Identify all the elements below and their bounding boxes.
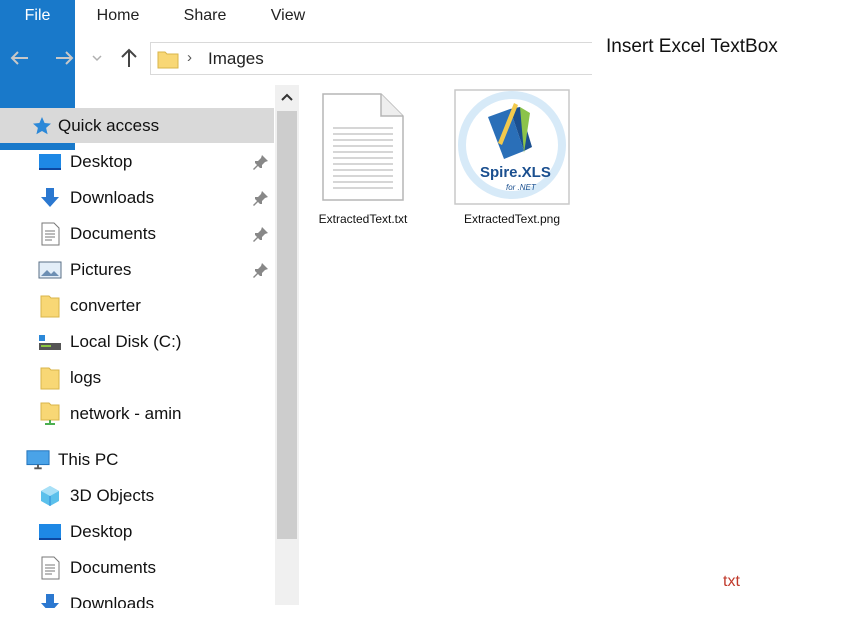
- recent-locations-button[interactable]: [88, 46, 106, 70]
- chevron-down-icon: [92, 55, 102, 62]
- sidebar-item-network-amin[interactable]: network - amin: [0, 396, 274, 431]
- sidebar-item-label: Desktop: [70, 521, 133, 541]
- file-name: ExtractedText.txt: [318, 212, 408, 226]
- sidebar-item-label: This PC: [58, 449, 119, 469]
- sidebar-item-desktop-pc[interactable]: Desktop: [0, 514, 274, 549]
- sidebar-item-label: converter: [70, 295, 141, 315]
- sidebar-item-local-disk[interactable]: Local Disk (C:): [0, 324, 274, 359]
- pictures-icon: [38, 258, 62, 282]
- file-item-png[interactable]: Spire.XLS for .NET ExtractedText.png: [452, 87, 572, 237]
- folder-icon: [157, 49, 179, 74]
- text-file-icon: [303, 87, 423, 207]
- sidebar-item-label: Documents: [70, 557, 156, 577]
- logo-subtext: for .NET: [506, 183, 537, 192]
- file-explorer-window: File Home Share View › Images Quick acce…: [0, 0, 592, 635]
- pin-icon[interactable]: [252, 189, 270, 207]
- desktop-icon: [38, 150, 62, 174]
- documents-icon: [38, 556, 62, 580]
- file-item-txt[interactable]: ExtractedText.txt: [303, 87, 423, 237]
- tab-share[interactable]: Share: [170, 0, 240, 31]
- address-bar[interactable]: › Images: [150, 42, 592, 75]
- folder-icon: [38, 366, 62, 390]
- network-folder-icon: [38, 402, 62, 426]
- sidebar-item-pictures[interactable]: Pictures: [0, 252, 274, 287]
- pin-icon[interactable]: [252, 225, 270, 243]
- star-icon: [30, 114, 54, 138]
- file-list: ExtractedText.txt Spire.XLS for .NET Ext…: [300, 85, 592, 605]
- 3d-objects-icon: [38, 484, 62, 508]
- folder-icon: [38, 294, 62, 318]
- pin-icon[interactable]: [252, 153, 270, 171]
- navigation-pane-scrollbar[interactable]: [275, 85, 299, 605]
- navigation-pane: Quick access Desktop Downloads Documents: [0, 108, 274, 608]
- breadcrumb-separator: ›: [187, 49, 192, 66]
- downloads-icon: [38, 592, 62, 608]
- annotation-label: txt: [723, 573, 740, 590]
- arrow-left-icon: [10, 51, 28, 65]
- downloads-icon: [38, 186, 62, 210]
- documents-icon: [38, 222, 62, 246]
- file-name: ExtractedText.png: [463, 212, 561, 226]
- sidebar-item-3d-objects[interactable]: 3D Objects: [0, 478, 274, 513]
- sidebar-item-quick-access[interactable]: Quick access: [0, 108, 274, 143]
- computer-icon: [26, 448, 50, 472]
- sidebar-item-label: Documents: [70, 223, 156, 243]
- forward-button[interactable]: [52, 46, 76, 70]
- desktop-icon: [38, 520, 62, 544]
- sidebar-item-label: network - amin: [70, 403, 182, 423]
- navigation-bar: › Images: [0, 38, 592, 78]
- sidebar-item-logs[interactable]: logs: [0, 360, 274, 395]
- sidebar-item-desktop[interactable]: Desktop: [0, 144, 274, 179]
- ribbon-tabs: File Home Share View: [0, 0, 592, 150]
- sidebar-item-label: 3D Objects: [70, 485, 155, 505]
- sidebar-item-label: Pictures: [70, 259, 132, 279]
- sidebar-item-label: Local Disk (C:): [70, 331, 182, 351]
- logo-text: Spire.XLS: [480, 164, 551, 181]
- tab-view[interactable]: View: [256, 0, 320, 31]
- back-button[interactable]: [8, 46, 32, 70]
- sidebar-item-this-pc[interactable]: This PC: [0, 442, 274, 477]
- sidebar-item-label: Quick access: [58, 115, 160, 135]
- arrow-right-icon: [56, 51, 74, 65]
- breadcrumb-images[interactable]: Images: [208, 49, 264, 69]
- scroll-up-button[interactable]: [275, 85, 299, 109]
- sidebar-item-documents-pc[interactable]: Documents: [0, 550, 274, 585]
- tab-home[interactable]: Home: [82, 0, 154, 31]
- spire-xls-logo-icon: Spire.XLS for .NET: [452, 87, 572, 207]
- sidebar-item-label: Downloads: [70, 187, 155, 207]
- sidebar-item-label: logs: [70, 367, 102, 387]
- pin-icon[interactable]: [252, 261, 270, 279]
- sidebar-item-documents[interactable]: Documents: [0, 216, 274, 251]
- scrollbar-thumb[interactable]: [277, 111, 297, 539]
- local-disk-icon: [38, 330, 62, 354]
- sidebar-item-label: Downloads: [70, 593, 155, 609]
- sidebar-item-downloads-pc[interactable]: Downloads: [0, 586, 274, 608]
- up-button[interactable]: [117, 46, 141, 70]
- sidebar-item-label: Desktop: [70, 151, 133, 171]
- annotation-title: Insert Excel TextBox: [606, 36, 778, 57]
- arrow-up-icon: [121, 48, 137, 67]
- sidebar-item-downloads[interactable]: Downloads: [0, 180, 274, 215]
- chevron-up-icon: [281, 93, 293, 101]
- sidebar-item-converter[interactable]: converter: [0, 288, 274, 323]
